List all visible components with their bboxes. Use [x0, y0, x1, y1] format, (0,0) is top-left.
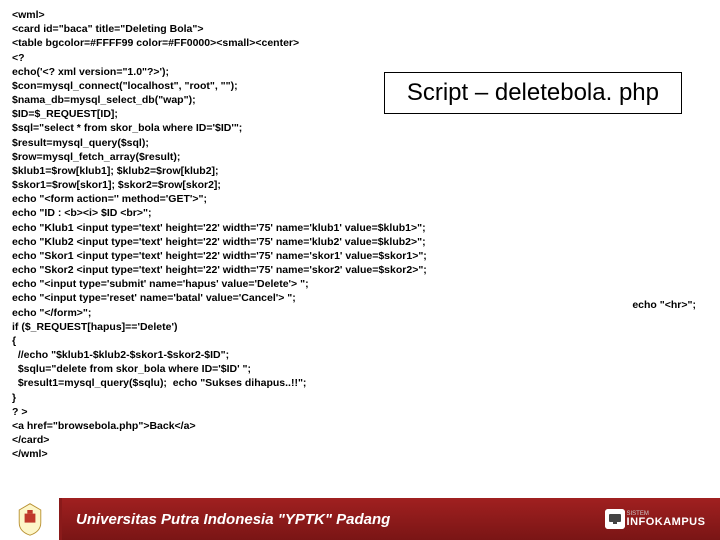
slide-title-box: Script – deletebola. php [384, 72, 682, 114]
footer-bar: Universitas Putra Indonesia "YPTK" Padan… [0, 498, 720, 540]
university-logo-icon [12, 501, 48, 537]
slide-title: Script – deletebola. php [407, 79, 659, 106]
side-code-note: echo "<hr>"; [632, 299, 696, 311]
footer-university-name: Universitas Putra Indonesia "YPTK" Padan… [62, 498, 590, 540]
infokampus-icon [605, 509, 625, 529]
footer-logo-box [0, 498, 62, 540]
footer-brand: SISTEM INFOKAMPUS [590, 498, 720, 540]
infokampus-logo: SISTEM INFOKAMPUS [605, 509, 706, 529]
brand-main-text: INFOKAMPUS [627, 517, 706, 528]
slide-content: <wml> <card id="baca" title="Deleting Bo… [0, 0, 720, 470]
